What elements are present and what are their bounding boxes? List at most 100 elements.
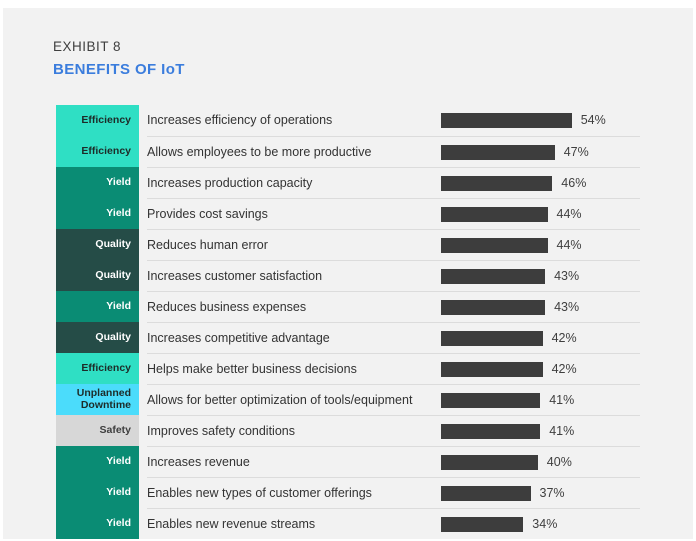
benefit-label: Helps make better business decisions	[147, 361, 357, 376]
bar-cell: 37%	[441, 477, 640, 508]
bar-value-label: 41%	[549, 392, 575, 407]
benefit-label: Increases revenue	[147, 454, 250, 469]
benefit-label: Increases competitive advantage	[147, 330, 330, 345]
chart-row: Efficiency Increases efficiency of operat…	[56, 105, 640, 136]
bar-value-label: 43%	[554, 268, 580, 283]
category-label: Quality	[95, 268, 131, 281]
value-bar	[441, 206, 548, 222]
benefit-label: Allows for better optimization of tools/…	[147, 392, 413, 407]
category-label: Yield	[106, 175, 131, 188]
bar-cell: 47%	[441, 136, 640, 167]
benefit-description-cell: Increases customer satisfaction	[147, 260, 441, 291]
bar-cell: 43%	[441, 260, 640, 291]
value-bar	[441, 423, 541, 439]
exhibit-header: EXHIBIT 8 BENEFITS OF IoT	[53, 37, 613, 81]
category-label: Safety	[99, 423, 131, 436]
chart-row: Yield Reduces business expenses 43%	[56, 291, 640, 322]
benefits-bar-chart: Efficiency Increases efficiency of operat…	[56, 105, 640, 539]
category-swatch-quality: Quality	[56, 260, 139, 291]
chart-row: Unplanned Downtime Allows for better opti…	[56, 384, 640, 415]
category-label: Yield	[106, 299, 131, 312]
benefit-label: Reduces human error	[147, 237, 268, 252]
bar-cell: 43%	[441, 291, 640, 322]
value-bar	[441, 175, 553, 191]
bar-value-label: 42%	[551, 361, 577, 376]
bar-value-label: 43%	[554, 299, 580, 314]
bar-value-label: 44%	[556, 237, 582, 252]
bar-value-label: 46%	[561, 175, 587, 190]
category-label: Efficiency	[81, 113, 131, 126]
category-label: Yield	[106, 206, 131, 219]
category-label: Unplanned Downtime	[76, 387, 131, 411]
benefit-description-cell: Increases revenue	[147, 446, 441, 477]
bar-value-label: 41%	[549, 423, 575, 438]
bar-value-label: 47%	[563, 144, 589, 159]
chart-row: Safety Improves safety conditions 41%	[56, 415, 640, 446]
benefit-label: Provides cost savings	[147, 206, 268, 221]
bar-cell: 42%	[441, 353, 640, 384]
benefit-label: Increases customer satisfaction	[147, 268, 323, 283]
benefit-label: Increases production capacity	[147, 175, 313, 190]
bar-value-label: 54%	[580, 113, 606, 127]
category-swatch-yield: Yield	[56, 198, 139, 229]
value-bar	[441, 485, 531, 501]
category-label: Efficiency	[81, 361, 131, 374]
category-swatch-yield: Yield	[56, 477, 139, 508]
benefit-description-cell: Helps make better business decisions	[147, 353, 441, 384]
bar-cell: 42%	[441, 322, 640, 353]
benefit-label: Increases efficiency of operations	[147, 113, 333, 127]
benefit-label: Enables new types of customer offerings	[147, 485, 372, 500]
benefit-description-cell: Allows employees to be more productive	[147, 136, 441, 167]
category-label: Yield	[106, 454, 131, 467]
benefit-label: Allows employees to be more productive	[147, 144, 372, 159]
chart-row: Quality Increases competitive advantage 42…	[56, 322, 640, 353]
category-swatch-yield: Yield	[56, 508, 139, 539]
benefit-description-cell: Increases competitive advantage	[147, 322, 441, 353]
category-label: Efficiency	[81, 144, 131, 157]
page-title: BENEFITS OF IoT	[53, 61, 185, 78]
category-swatch-quality: Quality	[56, 229, 139, 260]
exhibit-panel: EXHIBIT 8 BENEFITS OF IoT Efficiency Incr…	[3, 8, 693, 539]
value-bar	[441, 454, 538, 470]
benefit-description-cell: Provides cost savings	[147, 198, 441, 229]
chart-row: Yield Increases production capacity 46%	[56, 167, 640, 198]
bar-value-label: 44%	[556, 206, 582, 221]
chart-row: Yield Increases revenue 40%	[56, 446, 640, 477]
benefit-description-cell: Increases efficiency of operations	[147, 105, 441, 136]
bar-value-label: 34%	[532, 516, 558, 531]
value-bar	[441, 237, 548, 253]
value-bar	[441, 299, 546, 315]
value-bar	[441, 330, 543, 346]
category-label: Yield	[106, 485, 131, 498]
bar-cell: 40%	[441, 446, 640, 477]
bar-cell: 34%	[441, 508, 640, 539]
benefit-description-cell: Reduces human error	[147, 229, 441, 260]
category-swatch-efficiency: Efficiency	[56, 136, 139, 167]
category-label: Yield	[106, 516, 131, 529]
value-bar	[441, 392, 541, 408]
benefit-description-cell: Improves safety conditions	[147, 415, 441, 446]
category-swatch-yield: Yield	[56, 291, 139, 322]
category-swatch-quality: Quality	[56, 322, 139, 353]
chart-row: Quality Reduces human error 44%	[56, 229, 640, 260]
value-bar	[441, 516, 524, 532]
value-bar	[441, 113, 572, 128]
benefit-description-cell: Allows for better optimization of tools/…	[147, 384, 441, 415]
benefit-description-cell: Increases production capacity	[147, 167, 441, 198]
benefit-description-cell: Enables new types of customer offerings	[147, 477, 441, 508]
category-swatch-yield: Yield	[56, 446, 139, 477]
category-swatch-yield: Yield	[56, 167, 139, 198]
bar-cell: 54%	[441, 105, 640, 136]
chart-row: Yield Enables new types of customer offer…	[56, 477, 640, 508]
chart-row: Quality Increases customer satisfaction 43…	[56, 260, 640, 291]
category-swatch-unplanned-downtime: Unplanned Downtime	[56, 384, 139, 415]
bar-value-label: 42%	[551, 330, 577, 345]
category-swatch-efficiency: Efficiency	[56, 353, 139, 384]
category-label: Quality	[95, 237, 131, 250]
bar-cell: 44%	[441, 198, 640, 229]
bar-value-label: 40%	[546, 454, 572, 469]
chart-row: Efficiency Helps make better business dec…	[56, 353, 640, 384]
value-bar	[441, 144, 555, 160]
value-bar	[441, 268, 546, 284]
category-swatch-safety: Safety	[56, 415, 139, 446]
